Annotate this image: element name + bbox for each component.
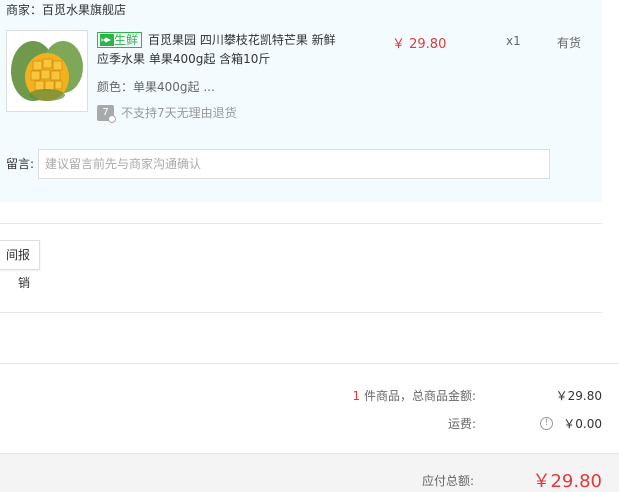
stock-status: 有货 <box>557 36 582 50</box>
product-quantity: x1 <box>506 34 521 48</box>
divider <box>0 363 619 364</box>
fish-icon <box>100 34 114 46</box>
total-value: ￥29.80 <box>532 471 602 492</box>
invoice-button[interactable]: 间报销 <box>0 240 40 290</box>
shipping-label: 运费: <box>447 417 476 431</box>
return-policy-text: 不支持7天无理由退货 <box>121 106 237 120</box>
product-price: ￥ 29.80 <box>392 37 447 52</box>
note-input[interactable] <box>38 149 550 179</box>
return-policy: 7 不支持7天无理由退货 <box>97 104 237 123</box>
shop-block: 商家：百觅水果旗舰店 生鲜 百觅果园 四川攀枝花凯特芒果 新鲜应季水果 单果40… <box>0 0 602 202</box>
goods-total-value: ￥29.80 <box>555 389 602 403</box>
item-count-suffix: 件商品，总商品金额: <box>360 389 476 403</box>
no-return-icon: 7 <box>97 104 116 123</box>
divider <box>0 312 602 313</box>
shipping-value: ￥0.00 <box>563 417 602 431</box>
fresh-tag: 生鲜 <box>97 32 143 48</box>
product-title[interactable]: 生鲜 百觅果园 四川攀枝花凯特芒果 新鲜应季水果 单果400g起 含箱10斤 <box>97 31 347 69</box>
product-thumbnail[interactable] <box>6 30 88 112</box>
product-spec: 颜色：单果400g起 ... <box>97 80 215 94</box>
total-label: 应付总额: <box>421 474 474 488</box>
shipping-row: 运费: ! ￥0.00 <box>0 414 619 434</box>
goods-total-label: 1 件商品，总商品金额: <box>353 386 477 406</box>
mango-image <box>7 31 87 111</box>
goods-total-row: 1 件商品，总商品金额: ￥29.80 <box>0 386 619 406</box>
merchant-name[interactable]: 百觅水果旗舰店 <box>42 1 126 18</box>
merchant-line: 商家：百觅水果旗舰店 <box>6 1 126 18</box>
item-count: 1 <box>352 389 361 403</box>
divider <box>0 223 602 224</box>
info-icon[interactable]: ! <box>540 417 553 430</box>
fresh-tag-text: 生鲜 <box>114 33 139 47</box>
note-label: 留言: <box>6 157 35 171</box>
total-bar: 应付总额: ￥29.80 <box>0 453 619 492</box>
merchant-label: 商家： <box>6 3 43 17</box>
order-confirm-page: 商家：百觅水果旗舰店 生鲜 百觅果园 四川攀枝花凯特芒果 新鲜应季水果 单果40… <box>0 0 619 492</box>
